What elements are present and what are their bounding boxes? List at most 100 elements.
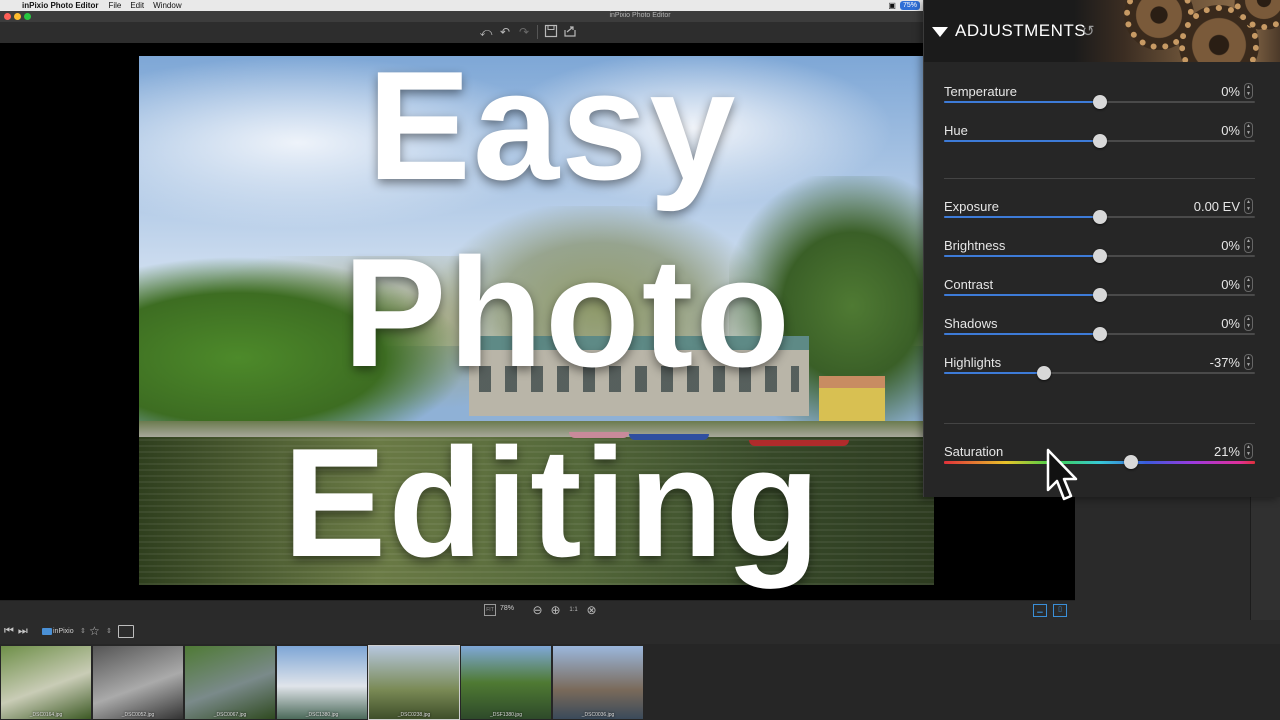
stepper-icon[interactable]: ▲ ▼ <box>1244 83 1253 99</box>
slider-value: -37% <box>1209 355 1240 370</box>
camera-status-icon[interactable]: ▣ <box>888 1 896 10</box>
slider-label: Saturation <box>944 444 1004 459</box>
thumbnail[interactable]: _DSF1380.jpg <box>461 646 551 719</box>
slider-fill <box>944 255 1100 257</box>
slider-knob[interactable] <box>1092 288 1107 302</box>
filmstrip-view-icon[interactable]: ▁ <box>1033 604 1047 617</box>
adjustments-panel: ADJUSTMENTS ↺ Temperature 0% ▲ ▼ Hue 0% ▲… <box>923 0 1280 497</box>
slider-value: 0% <box>1221 123 1240 138</box>
stepper-icon[interactable]: ▲ ▼ <box>1244 276 1253 292</box>
slider-track[interactable] <box>944 327 1255 341</box>
thumbnail[interactable]: _DSC0052.jpg <box>93 646 183 719</box>
slider-knob[interactable] <box>1092 249 1107 263</box>
thumbnail-image <box>461 646 551 719</box>
slider-value: 0% <box>1221 238 1240 253</box>
slider-knob[interactable] <box>1123 455 1138 469</box>
slider-value: 0.00 EV <box>1193 199 1240 214</box>
slider-track[interactable] <box>944 134 1255 148</box>
slider-track[interactable] <box>944 95 1255 109</box>
thumbnail-image <box>369 646 459 719</box>
slider-track[interactable] <box>944 249 1255 263</box>
folder-dropdown-icon[interactable]: ⇕ <box>80 627 86 635</box>
slider-hue: Hue 0% ▲ ▼ <box>944 122 1255 153</box>
star-dropdown-icon[interactable]: ⇕ <box>106 627 112 635</box>
slider-value: 21% <box>1213 444 1240 459</box>
slider-knob[interactable] <box>1036 366 1051 380</box>
slider-knob[interactable] <box>1092 210 1107 224</box>
slider-brightness: Brightness 0% ▲ ▼ <box>944 237 1255 268</box>
slider-label: Exposure <box>944 199 999 214</box>
reset-adjustments-icon[interactable]: ↺ <box>1082 22 1095 40</box>
slider-value: 0% <box>1221 316 1240 331</box>
section-divider <box>944 423 1255 424</box>
slider-contrast: Contrast 0% ▲ ▼ <box>944 276 1255 307</box>
adjustments-header[interactable]: ADJUSTMENTS ↺ <box>924 0 1280 62</box>
thumbnail-caption: _DSC0036.jpg <box>581 712 615 718</box>
zoom-in-icon[interactable]: ⊕ <box>548 603 563 618</box>
previous-photo-icon[interactable]: ⏮ <box>4 625 14 638</box>
collapse-triangle-icon[interactable] <box>932 27 948 37</box>
thumbnail-selected[interactable]: _DSC0238.jpg <box>368 645 460 720</box>
thumbnail-image <box>277 646 367 719</box>
app-menu[interactable]: inPixio Photo Editor <box>22 1 98 10</box>
overlay-title-line-3: Editing <box>282 416 823 589</box>
thumbnail-image <box>1 646 91 719</box>
menu-window[interactable]: Window <box>153 1 181 10</box>
actual-size-button[interactable]: 1:1 <box>566 603 581 618</box>
fit-to-window-button[interactable]: FIT <box>484 604 496 616</box>
slider-track[interactable] <box>944 366 1255 380</box>
share-icon[interactable] <box>562 24 578 40</box>
slider-track-rainbow[interactable] <box>944 455 1255 469</box>
slider-track[interactable] <box>944 210 1255 224</box>
slider-knob[interactable] <box>1092 134 1107 148</box>
open-folder-icon[interactable] <box>118 625 134 638</box>
stepper-icon[interactable]: ▲ ▼ <box>1244 315 1253 331</box>
slider-highlights: Highlights -37% ▲ ▼ <box>944 354 1255 385</box>
status-area: ▣ 75% <box>888 0 920 11</box>
current-folder-name[interactable]: inPixio <box>53 628 74 635</box>
slider-label: Temperature <box>944 84 1017 99</box>
folder-icon <box>42 628 52 635</box>
slider-temperature: Temperature 0% ▲ ▼ <box>944 83 1255 114</box>
zoom-out-icon[interactable]: ⊖ <box>530 603 545 618</box>
thumbnail[interactable]: _DSC1380.jpg <box>277 646 367 719</box>
save-icon[interactable] <box>543 24 559 40</box>
next-photo-icon[interactable]: ⏭ <box>18 625 28 638</box>
overlay-title-line-1: Easy <box>367 39 738 212</box>
toolbar-separator <box>537 25 538 39</box>
battery-status[interactable]: 75% <box>899 1 920 10</box>
thumbnail[interactable]: _DSC0036.jpg <box>553 646 643 719</box>
mouse-cursor-icon <box>1046 448 1078 501</box>
zoom-bar: FIT 78% ⊖ ⊕ 1:1 ⊗ ▁ ▯ <box>0 600 1075 620</box>
undo-icon[interactable]: ↶ <box>497 24 513 40</box>
zoom-fit-icon[interactable]: ⊗ <box>584 603 599 618</box>
thumbnail[interactable]: _DSC0067.jpg <box>185 646 275 719</box>
slider-fill <box>944 216 1100 218</box>
undo-all-icon[interactable]: ⤺ <box>478 24 494 40</box>
stepper-icon[interactable]: ▲ ▼ <box>1244 198 1253 214</box>
thumbnail-caption: _DSC0067.jpg <box>213 712 247 718</box>
stepper-icon[interactable]: ▲ ▼ <box>1244 122 1253 138</box>
thumbnail-caption: _DSC0052.jpg <box>121 712 155 718</box>
overlay-title-line-2: Photo <box>342 226 793 399</box>
thumbnail[interactable]: _DSC0164.jpg <box>1 646 91 719</box>
slider-exposure: Exposure 0.00 EV ▲ ▼ <box>944 198 1255 229</box>
menu-file[interactable]: File <box>108 1 121 10</box>
slider-label: Hue <box>944 123 968 138</box>
compare-view-icon[interactable]: ▯ <box>1053 604 1067 617</box>
redo-icon[interactable]: ↷ <box>516 24 532 40</box>
stepper-icon[interactable]: ▲ ▼ <box>1244 237 1253 253</box>
slider-value: 0% <box>1221 277 1240 292</box>
slider-label: Shadows <box>944 316 998 331</box>
thumbnail-image <box>93 646 183 719</box>
slider-label: Contrast <box>944 277 994 292</box>
slider-knob[interactable] <box>1092 95 1107 109</box>
stepper-icon[interactable]: ▲ ▼ <box>1244 443 1253 459</box>
slider-knob[interactable] <box>1092 327 1107 341</box>
thumbnail-caption: _DSC1380.jpg <box>305 712 339 718</box>
slider-fill <box>944 333 1100 335</box>
stepper-icon[interactable]: ▲ ▼ <box>1244 354 1253 370</box>
menu-edit[interactable]: Edit <box>130 1 144 10</box>
slider-track[interactable] <box>944 288 1255 302</box>
star-filter-icon[interactable]: ☆ <box>89 624 100 638</box>
